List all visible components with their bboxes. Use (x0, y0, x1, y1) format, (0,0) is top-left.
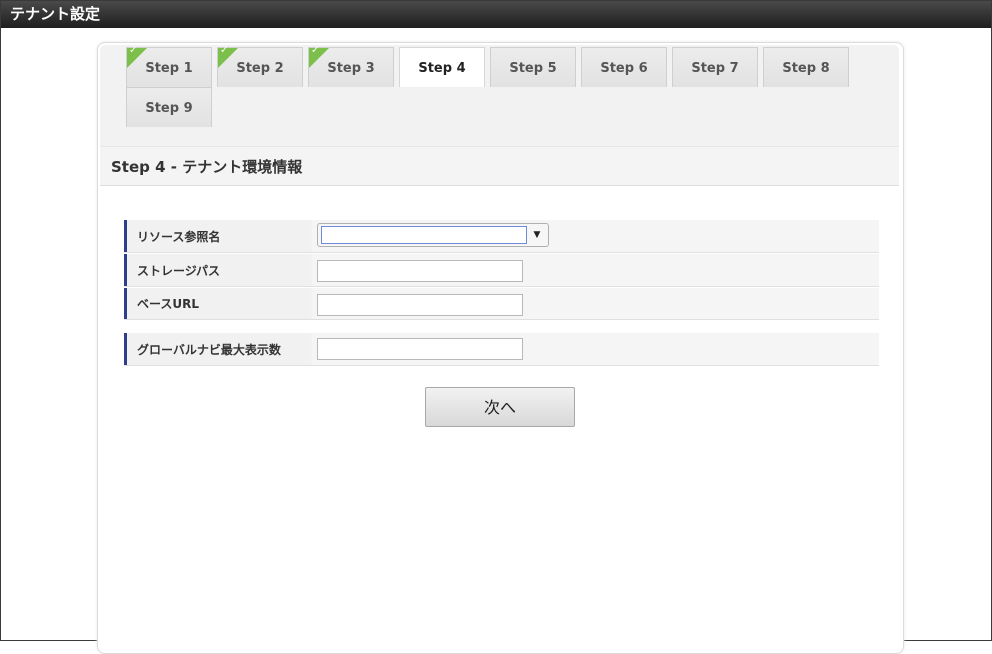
field-value-cell (312, 254, 879, 286)
form-row-global-nav-max: グローバルナビ最大表示数 (124, 333, 879, 366)
step-tabs: ✓ Step 1 ✓ Step 2 ✓ Step 3 Step 4 Step 5… (100, 45, 899, 146)
section-title: Step 4 - テナント環境情報 (100, 146, 899, 186)
checkmark-icon: ✓ (220, 45, 229, 56)
form-row-resource-ref: リソース参照名 ▼ (124, 220, 879, 253)
resource-ref-select[interactable]: ▼ (317, 223, 549, 247)
field-value-cell (312, 288, 879, 319)
field-label: ベースURL (124, 288, 310, 319)
tab-step-9[interactable]: Step 9 (126, 87, 212, 127)
field-label: グローバルナビ最大表示数 (124, 333, 310, 365)
tab-step-6[interactable]: Step 6 (581, 47, 667, 87)
window-title: テナント設定 (1, 1, 991, 28)
dropdown-arrow-icon[interactable]: ▼ (529, 226, 545, 244)
tab-label: Step 1 (145, 61, 193, 76)
global-nav-max-input[interactable] (317, 338, 523, 360)
window-frame: テナント設定 ✓ Step 1 ✓ Step 2 ✓ Step 3 Step 4 (0, 0, 992, 654)
next-button[interactable]: 次へ (425, 387, 575, 427)
field-label: ストレージパス (124, 254, 310, 286)
tab-label: Step 6 (600, 61, 648, 76)
field-label: リソース参照名 (124, 220, 310, 252)
select-value (321, 226, 527, 244)
tab-step-4[interactable]: Step 4 (399, 47, 485, 87)
form-row-storage-path: ストレージパス (124, 254, 879, 287)
checkmark-icon: ✓ (129, 45, 138, 56)
tab-label: Step 3 (327, 61, 375, 76)
storage-path-input[interactable] (317, 260, 523, 282)
wizard-panel: ✓ Step 1 ✓ Step 2 ✓ Step 3 Step 4 Step 5… (97, 42, 904, 654)
field-value-cell: ▼ (312, 220, 879, 252)
tab-step-7[interactable]: Step 7 (672, 47, 758, 87)
tab-label: Step 9 (145, 101, 193, 116)
tab-step-5[interactable]: Step 5 (490, 47, 576, 87)
field-value-cell (312, 333, 879, 365)
tab-step-2[interactable]: ✓ Step 2 (217, 45, 303, 87)
tab-label: Step 5 (509, 61, 557, 76)
tab-step-3[interactable]: ✓ Step 3 (308, 45, 394, 87)
tab-label: Step 2 (236, 61, 284, 76)
tab-label: Step 4 (418, 61, 466, 76)
tab-step-8[interactable]: Step 8 (763, 47, 849, 87)
tab-step-1[interactable]: ✓ Step 1 (126, 45, 212, 87)
checkmark-icon: ✓ (311, 45, 320, 56)
tab-label: Step 7 (691, 61, 739, 76)
base-url-input[interactable] (317, 294, 523, 316)
form-row-base-url: ベースURL (124, 288, 879, 320)
tab-label: Step 8 (782, 61, 830, 76)
